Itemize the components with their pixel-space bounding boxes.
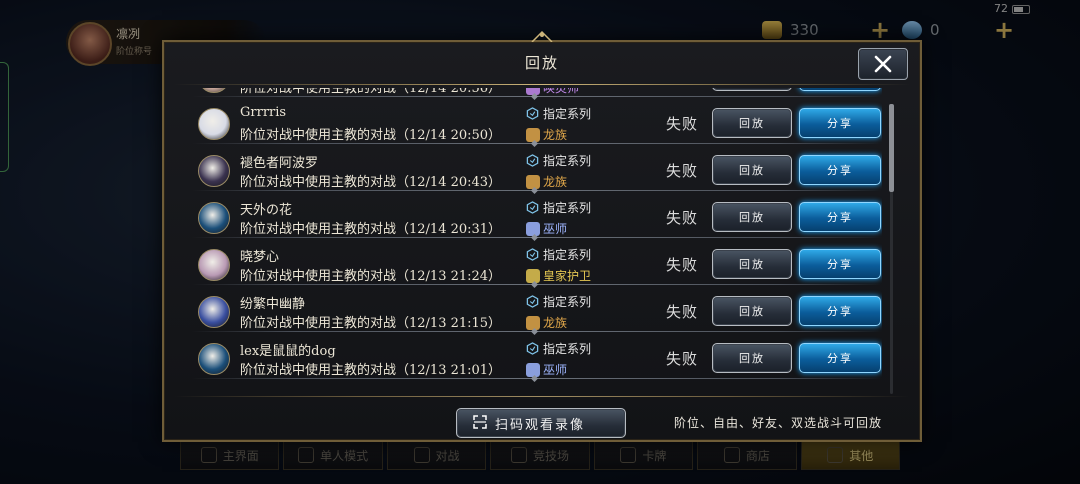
deck-type-icon <box>526 295 539 308</box>
deck-type-icon <box>526 154 539 167</box>
replay-button[interactable]: 回放 <box>712 88 792 91</box>
replay-dialog: 回放 十说所谓狂喜阶位对战中使用主教的对战（12/14 20:56）混合系列唤灵… <box>162 30 922 442</box>
dialog-header: 回放 <box>164 30 920 84</box>
share-button[interactable]: 分享 <box>799 296 881 326</box>
avatar <box>198 202 230 234</box>
opponent-name: 褪色者阿波罗 <box>240 156 319 171</box>
match-result: 失败 <box>666 350 699 368</box>
share-button[interactable]: 分享 <box>799 108 881 138</box>
replay-row: lex是鼠鼠的dog 阶位对战中使用主教的对战（12/13 21:01） 指定系列巫… <box>192 335 882 382</box>
class-icon <box>526 221 540 236</box>
avatar <box>198 155 230 187</box>
replay-row: 十说所谓狂喜阶位对战中使用主教的对战（12/14 20:56）混合系列唤灵师失败… <box>192 88 882 100</box>
scan-qr-button[interactable]: 扫码观看录像 <box>456 408 626 438</box>
deck-type-icon <box>526 248 539 261</box>
deck-type-label: 指定系列 <box>543 154 592 168</box>
deck-type-icon <box>526 107 539 120</box>
deck-type-label: 指定系列 <box>543 248 592 262</box>
row-divider <box>192 376 882 382</box>
class-icon <box>526 127 540 142</box>
deck-type: 指定系列 <box>526 293 591 310</box>
share-button[interactable]: 分享 <box>799 202 881 232</box>
deck-type-label: 指定系列 <box>543 201 592 215</box>
share-button[interactable]: 分享 <box>799 249 881 279</box>
deck-type: 指定系列 <box>526 199 591 216</box>
replay-note: 阶位、自由、好友、双选战斗可回放 <box>674 416 883 430</box>
deck-type-label: 指定系列 <box>543 107 592 121</box>
replay-list-content: 十说所谓狂喜阶位对战中使用主教的对战（12/14 20:56）混合系列唤灵师失败… <box>192 88 882 382</box>
class-icon <box>526 362 540 377</box>
opponent-name: 纷繁中幽静 <box>240 297 306 312</box>
deck-type: 指定系列 <box>526 105 591 122</box>
deck-type-icon <box>526 201 539 214</box>
share-button[interactable]: 分享 <box>799 88 881 91</box>
replay-row: 纷繁中幽静 阶位对战中使用主教的对战（12/13 21:15） 指定系列 龙族 失败 回放… <box>192 288 882 335</box>
replay-row: 天外の花 阶位对战中使用主教的对战（12/14 20:31） 指定系列 巫师 失败 回放分… <box>192 194 882 241</box>
class-icon <box>526 174 540 189</box>
avatar <box>198 249 230 281</box>
deck-type: 指定系列 <box>526 340 591 357</box>
replay-row: Grrrris 阶位对战中使用主教的对战（12/14 20:50） 指定系列 龙族 失败… <box>192 100 882 147</box>
replay-button[interactable]: 回放 <box>712 296 792 326</box>
scrollbar-thumb[interactable] <box>889 104 894 192</box>
share-button[interactable]: 分享 <box>799 155 881 185</box>
match-result: 失败 <box>666 303 699 321</box>
replay-button[interactable]: 回放 <box>712 155 792 185</box>
replay-row: 褪色者阿波罗 阶位对战中使用主教的对战（12/14 20:43） 指定系列 龙族 失败回… <box>192 147 882 194</box>
replay-button[interactable]: 回放 <box>712 249 792 279</box>
replay-list[interactable]: 十说所谓狂喜阶位对战中使用主教的对战（12/14 20:56）混合系列唤灵师失败… <box>192 88 882 394</box>
replay-row: 晓梦心 阶位对战中使用主教的对战（12/13 21:24） 指定系列 皇家护卫 失败 回放… <box>192 241 882 288</box>
header-divider <box>174 84 910 85</box>
avatar <box>198 108 230 140</box>
match-result: 失败 <box>666 162 699 180</box>
opponent-name: lex是鼠鼠的dog <box>240 344 336 359</box>
avatar <box>198 296 230 328</box>
match-result: 失败 <box>666 209 699 227</box>
avatar <box>198 343 230 375</box>
class-icon <box>526 268 540 283</box>
deck-type: 指定系列 <box>526 152 591 169</box>
dialog-title: 回放 <box>524 54 559 72</box>
close-button[interactable] <box>858 48 908 80</box>
deck-type-label: 指定系列 <box>543 342 592 356</box>
deck-type: 指定系列 <box>526 246 591 263</box>
scan-icon <box>473 415 487 429</box>
close-icon <box>874 55 892 73</box>
ornament-icon <box>531 30 553 42</box>
class-icon <box>526 315 540 330</box>
replay-button[interactable]: 回放 <box>712 343 792 373</box>
opponent-name: 天外の花 <box>240 203 293 218</box>
match-result: 失败 <box>666 115 699 133</box>
match-result: 失败 <box>666 256 699 274</box>
deck-type-icon <box>526 342 539 355</box>
list-divider <box>174 396 910 397</box>
opponent-name: Grrrris <box>240 105 287 120</box>
share-button[interactable]: 分享 <box>799 343 881 373</box>
avatar <box>198 88 230 93</box>
scan-qr-label: 扫码观看录像 <box>495 418 586 433</box>
replay-button[interactable]: 回放 <box>712 108 792 138</box>
replay-button[interactable]: 回放 <box>712 202 792 232</box>
deck-type-label: 指定系列 <box>543 295 592 309</box>
opponent-name: 晓梦心 <box>240 250 280 265</box>
